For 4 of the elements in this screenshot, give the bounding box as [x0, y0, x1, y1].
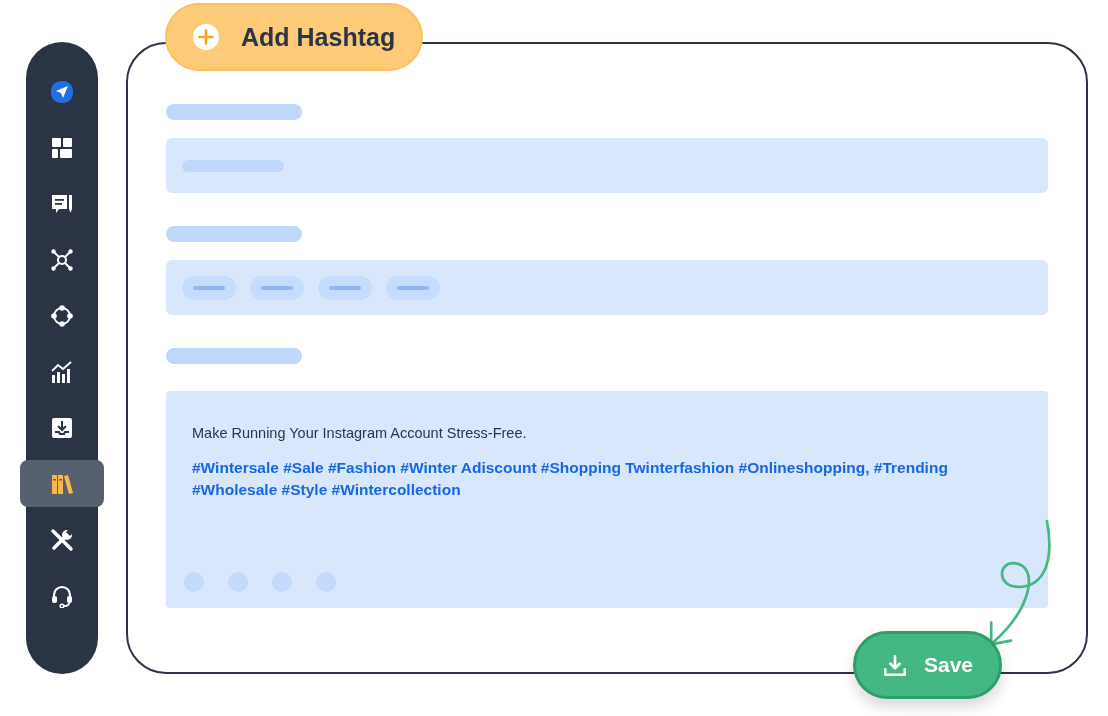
- post-text-area[interactable]: Make Running Your Instagram Account Stress-Free. #Wintersale #Sale #Fashion #Winter Adiscount #Shopping Twinterfashion #Onlineshopping, #Trending #Wholesale #Style #Wintercollection: [166, 391, 1048, 608]
- hashtag-text: #Wintersale #Sale #Fashion #Winter Adiscount #Shopping Twinterfashion #Onlineshopping, #Trending #Wholesale #Style #Wintercollection: [192, 458, 949, 500]
- add-hashtag-button[interactable]: Add Hashtag: [165, 3, 424, 71]
- caption-text: Make Running Your Instagram Account Stress-Free.: [192, 425, 528, 441]
